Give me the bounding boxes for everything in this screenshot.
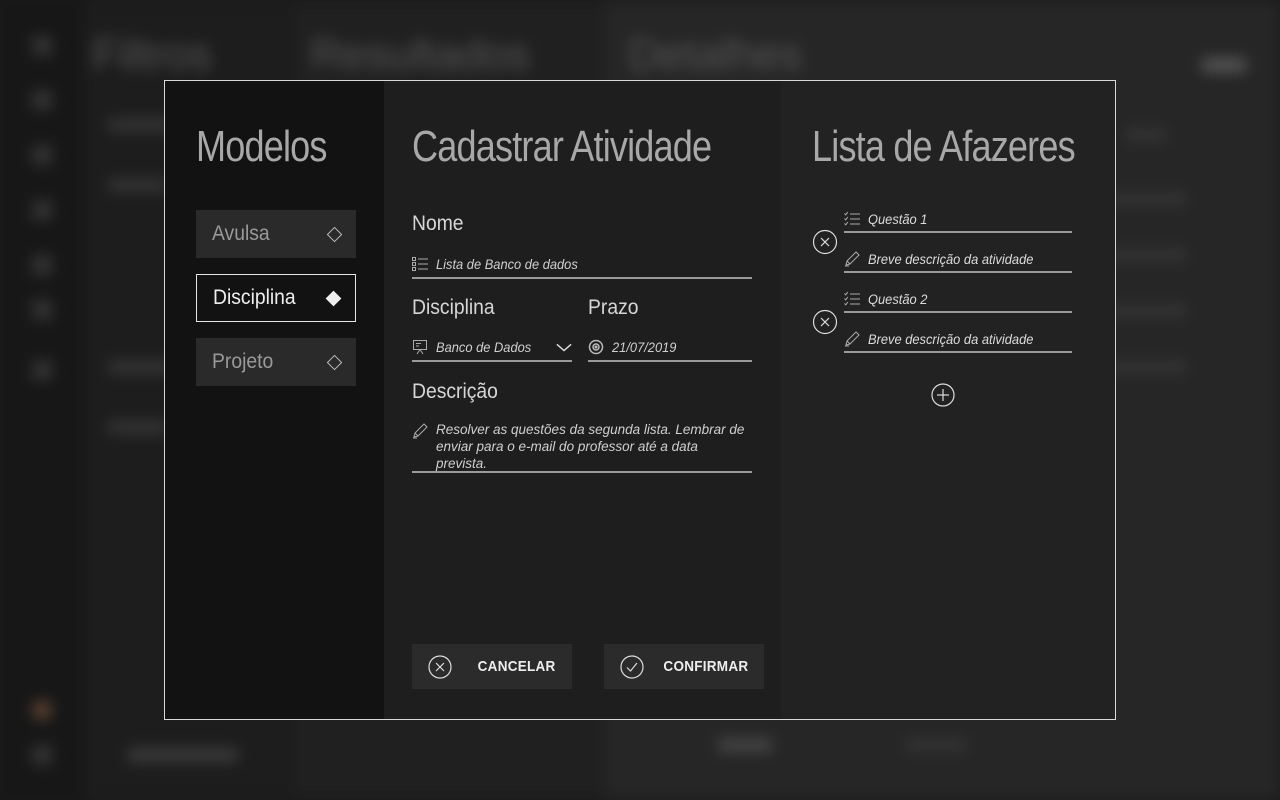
template-disciplina[interactable]: Disciplina — [196, 274, 356, 322]
checklist-icon — [844, 211, 860, 227]
deadline-value: 21/07/2019 — [612, 339, 677, 355]
template-label: Projeto — [212, 350, 274, 373]
close-circle-icon — [428, 654, 452, 679]
chevron-down-icon — [556, 339, 572, 355]
background-column-title: Resultados — [310, 30, 531, 79]
todo-description-field[interactable]: Breve descrição da atividade — [844, 247, 1072, 273]
templates-title: Modelos — [196, 122, 327, 171]
confirm-button[interactable]: CONFIRMAR — [604, 644, 764, 689]
diamond-icon — [326, 354, 343, 370]
activity-form-pane: Cadastrar Atividade Nome Lista de Banco … — [384, 81, 781, 719]
todo-description-field[interactable]: Breve descrição da atividade — [844, 327, 1072, 353]
todo-description-placeholder: Breve descrição da atividade — [868, 331, 1034, 347]
remove-item-button[interactable] — [812, 229, 838, 255]
diamond-filled-icon — [325, 290, 342, 306]
name-value: Lista de Banco de dados — [436, 256, 578, 272]
todo-question-field[interactable]: Questão 1 — [844, 207, 1072, 233]
pencil-icon — [412, 423, 428, 439]
background-column-title: Filtros — [92, 30, 212, 79]
checklist-icon — [844, 291, 860, 307]
confirm-label: CONFIRMAR — [663, 658, 748, 675]
discipline-select[interactable]: Banco de Dados — [412, 334, 572, 362]
description-label: Descrição — [412, 380, 498, 403]
cancel-label: CANCELAR — [478, 658, 556, 675]
deadline-field[interactable]: 21/07/2019 — [588, 334, 752, 362]
todo-list-pane: Lista de Afazeres Questão 1 Breve descri… — [781, 81, 1115, 719]
description-value: Resolver as questões da segunda lista. L… — [436, 422, 745, 471]
name-label: Nome — [412, 212, 464, 235]
form-title: Cadastrar Atividade — [412, 122, 712, 171]
remove-item-button[interactable] — [812, 309, 838, 335]
pencil-icon — [844, 251, 860, 267]
add-item-button[interactable] — [931, 383, 955, 407]
deadline-label: Prazo — [588, 296, 639, 319]
background-nav-rail — [0, 0, 84, 800]
discipline-label: Disciplina — [412, 296, 495, 319]
todo-question-value: Questão 2 — [868, 291, 928, 307]
background-column-title: Detalhes — [628, 30, 802, 79]
new-activity-dialog: Modelos Avulsa Disciplina Projeto Cadast… — [164, 80, 1116, 720]
check-circle-icon — [620, 654, 644, 679]
name-field[interactable]: Lista de Banco de dados — [412, 251, 752, 279]
todo-question-value: Questão 1 — [868, 211, 928, 227]
todo-title: Lista de Afazeres — [812, 122, 1076, 171]
template-label: Disciplina — [213, 286, 296, 309]
template-avulsa[interactable]: Avulsa — [196, 210, 356, 258]
todo-description-placeholder: Breve descrição da atividade — [868, 251, 1034, 267]
cancel-button[interactable]: CANCELAR — [412, 644, 572, 689]
diamond-icon — [326, 226, 343, 242]
target-icon — [588, 339, 604, 355]
todo-question-field[interactable]: Questão 2 — [844, 287, 1072, 313]
discipline-value: Banco de Dados — [436, 339, 532, 355]
templates-pane: Modelos Avulsa Disciplina Projeto — [165, 81, 384, 719]
template-label: Avulsa — [212, 222, 270, 245]
template-projeto[interactable]: Projeto — [196, 338, 356, 386]
presentation-icon — [412, 339, 428, 355]
pencil-icon — [844, 331, 860, 347]
description-field[interactable]: Resolver as questões da segunda lista. L… — [412, 421, 752, 473]
list-icon — [412, 256, 428, 272]
